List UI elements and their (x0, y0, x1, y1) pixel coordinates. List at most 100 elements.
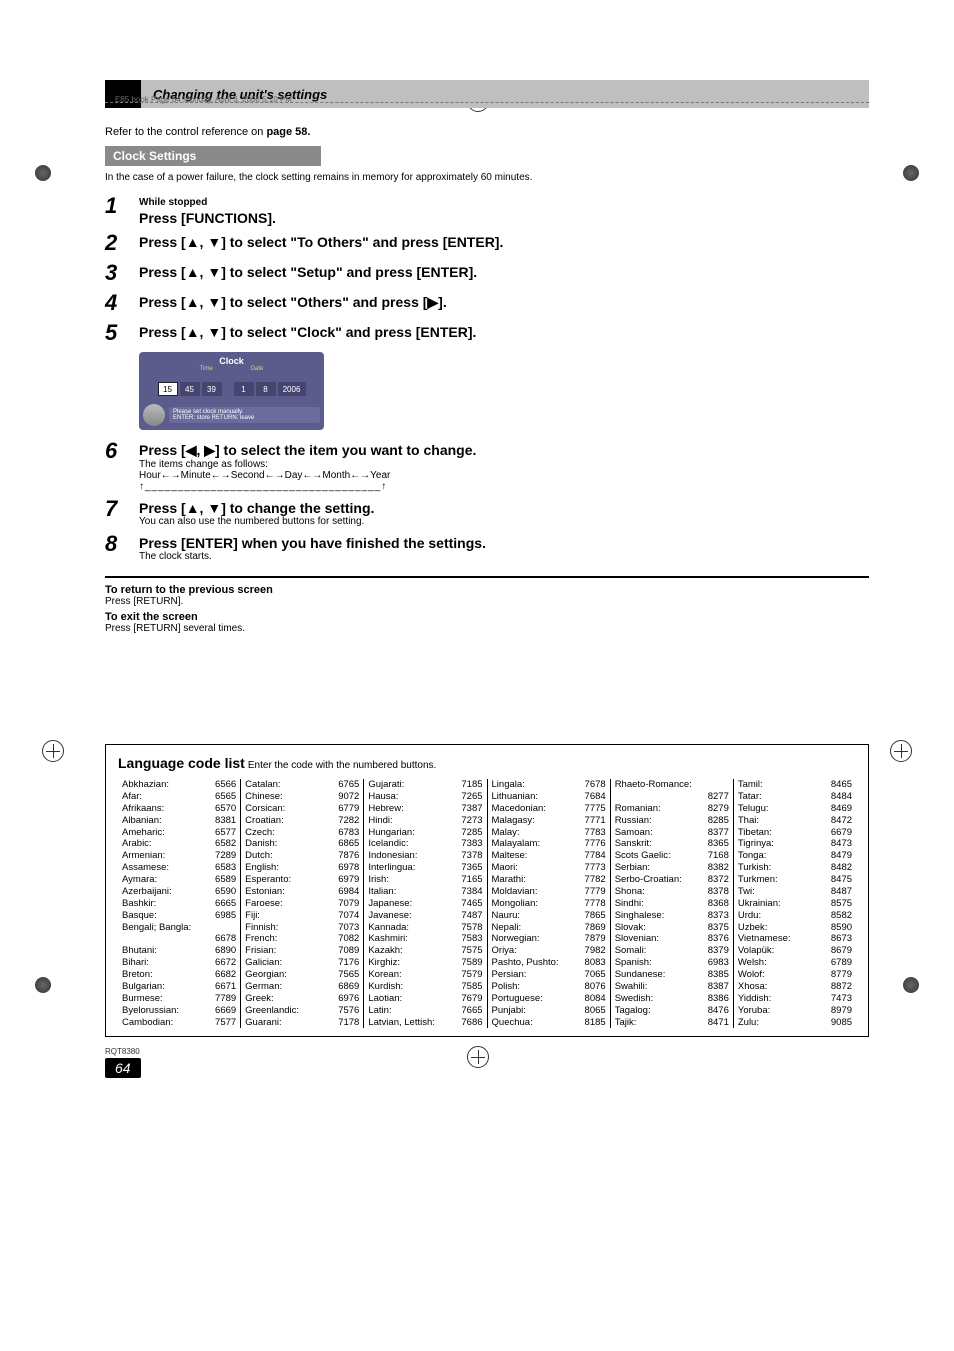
language-row: Romanian:8279 (615, 803, 729, 815)
language-name: Tamil: (738, 779, 763, 791)
language-code: 8465 (831, 779, 852, 791)
language-code: 7265 (461, 791, 482, 803)
language-code: 6678 (215, 933, 236, 945)
language-row: Indonesian:7378 (368, 850, 482, 862)
language-row: Breton:6682 (122, 969, 236, 981)
language-code: 8083 (585, 957, 606, 969)
language-name: Hungarian: (368, 827, 414, 839)
language-code: 6583 (215, 862, 236, 874)
language-name: Quechua: (492, 1017, 533, 1029)
language-row: Laotian:7679 (368, 993, 482, 1005)
clock-instr-2: ENTER: store RETURN: leave (173, 415, 316, 421)
return-title-1: To return to the previous screen (105, 584, 869, 596)
language-name: Ukrainian: (738, 898, 781, 910)
language-name: Kurdish: (368, 981, 403, 993)
language-row: Tonga:8479 (738, 850, 852, 862)
language-name: Armenian: (122, 850, 165, 862)
language-name: Telugu: (738, 803, 769, 815)
language-name: Marathi: (492, 874, 526, 886)
language-code: 6789 (831, 957, 852, 969)
language-code: 7487 (461, 910, 482, 922)
language-row: Tatar:8484 (738, 791, 852, 803)
language-row: Italian:7384 (368, 886, 482, 898)
language-code: 8872 (831, 981, 852, 993)
language-name: Russian: (615, 815, 652, 827)
clock-panel-title: Clock (139, 356, 324, 366)
return-body-2: Press [RETURN] several times. (105, 623, 869, 634)
language-name: Scots Gaelic: (615, 850, 671, 862)
language-code: 6984 (338, 886, 359, 898)
step-substate: While stopped (139, 197, 869, 208)
language-row: Bihari:6672 (122, 957, 236, 969)
language-row: Greek:6976 (245, 993, 359, 1005)
language-name: Romanian: (615, 803, 661, 815)
language-row: Scots Gaelic:7168 (615, 850, 729, 862)
language-row: Japanese:7465 (368, 898, 482, 910)
language-code: 7285 (461, 827, 482, 839)
language-code: 6577 (215, 827, 236, 839)
language-row: Galician:7176 (245, 957, 359, 969)
language-row: Kannada:7578 (368, 922, 482, 934)
intro-line: Refer to the control reference on page 5… (105, 126, 869, 138)
language-code: 8575 (831, 898, 852, 910)
language-name: Tigrinya: (738, 838, 774, 850)
language-row: Shona:8378 (615, 886, 729, 898)
language-row: Persian:7065 (492, 969, 606, 981)
language-code: 7176 (338, 957, 359, 969)
language-row: Hebrew:7387 (368, 803, 482, 815)
language-row: Greenlandic:7576 (245, 1005, 359, 1017)
language-name: Esperanto: (245, 874, 291, 886)
language-row: English:6978 (245, 862, 359, 874)
language-code: 8379 (708, 945, 729, 957)
divider (105, 576, 869, 578)
language-code: 7074 (338, 910, 359, 922)
language-code: 7678 (585, 779, 606, 791)
power-failure-note: In the case of a power failure, the cloc… (105, 172, 869, 183)
language-row: Armenian:7289 (122, 850, 236, 862)
step-instruction: Press [▲, ▼] to select "To Others" and p… (139, 234, 869, 250)
language-code: 7065 (585, 969, 606, 981)
language-row: Gujarati:7185 (368, 779, 482, 791)
language-name: Frisian: (245, 945, 276, 957)
language-name: Yiddish: (738, 993, 771, 1005)
language-row: Finnish:7073 (245, 922, 359, 934)
step-note: The items change as follows: (139, 459, 869, 470)
language-row: Tibetan:6679 (738, 827, 852, 839)
language-name: Javanese: (368, 910, 411, 922)
language-name: Catalan: (245, 779, 280, 791)
step-number: 5 (105, 320, 139, 346)
steps-list: 1 While stopped Press [FUNCTIONS]. 2 Pre… (105, 193, 869, 562)
language-name: Maori: (492, 862, 518, 874)
language-row: Icelandic:7383 (368, 838, 482, 850)
language-name: Italian: (368, 886, 396, 898)
language-name: Malayalam: (492, 838, 541, 850)
crop-mark (903, 165, 919, 181)
language-code: 7577 (215, 1017, 236, 1029)
language-name: Bihari: (122, 957, 149, 969)
return-body-1: Press [RETURN]. (105, 596, 869, 607)
language-row: Kirghiz:7589 (368, 957, 482, 969)
language-row: Slovenian:8376 (615, 933, 729, 945)
language-row: German:6869 (245, 981, 359, 993)
language-code: 8373 (708, 910, 729, 922)
language-name: Greenlandic: (245, 1005, 299, 1017)
language-column: Gujarati:7185Hausa:7265Hebrew:7387Hindi:… (363, 779, 486, 1028)
language-code: 8385 (708, 969, 729, 981)
step-4: 4 Press [▲, ▼] to select "Others" and pr… (105, 290, 869, 316)
step-instruction: Press [ENTER] when you have finished the… (139, 535, 869, 551)
step-number: 7 (105, 496, 139, 522)
language-code-panel: Language code list Enter the code with t… (105, 744, 869, 1037)
language-name: Yoruba: (738, 1005, 770, 1017)
language-name: Chinese: (245, 791, 283, 803)
language-name: Turkish: (738, 862, 771, 874)
clock-day: 1 (234, 382, 254, 396)
language-code: 8779 (831, 969, 852, 981)
language-row: Xhosa:8872 (738, 981, 852, 993)
language-column: Catalan:6765Chinese:9072Corsican:6779Cro… (240, 779, 363, 1028)
language-row: Telugu:8469 (738, 803, 852, 815)
language-name: Irish: (368, 874, 389, 886)
step-instruction: Press [FUNCTIONS]. (139, 210, 869, 226)
language-row: Arabic:6582 (122, 838, 236, 850)
language-code: 8679 (831, 945, 852, 957)
language-row: Twi:8487 (738, 886, 852, 898)
